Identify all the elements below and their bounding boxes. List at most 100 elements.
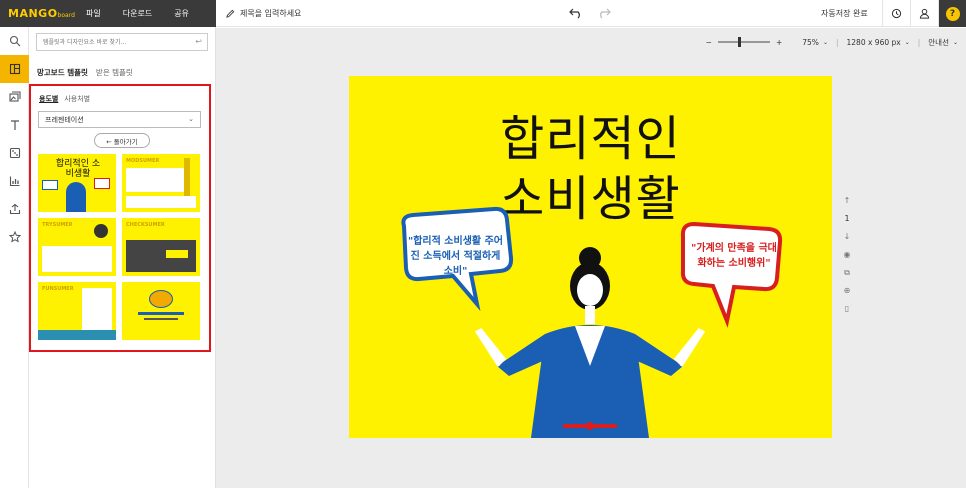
rail-upload[interactable] [0, 195, 29, 223]
history-button[interactable] [882, 0, 910, 27]
category-select-value: 프레젠테이션 [45, 116, 84, 124]
thumb-bubble-left [42, 180, 58, 190]
page-number: 1 [844, 214, 850, 223]
help-button[interactable]: ? [938, 0, 966, 27]
add-page-icon[interactable]: ⊕ [840, 286, 854, 304]
user-button[interactable] [910, 0, 938, 27]
template-thumb[interactable]: 합리적인 소비생활 [38, 154, 116, 212]
undo-icon[interactable] [569, 7, 583, 19]
bubble-left-text[interactable]: "합리적 소비생활 주어진 소득에서 적절하게 소비" [408, 234, 503, 279]
dice-icon [9, 147, 20, 159]
rail-templates[interactable] [0, 55, 29, 83]
question-icon: ? [945, 6, 960, 21]
divider: | [835, 37, 839, 47]
template-icon [9, 63, 20, 75]
zoom-slider[interactable] [717, 37, 770, 47]
zoom-out-button[interactable]: − [706, 38, 712, 47]
highlight-box: 용도별 사용처별 프레젠테이션 ⌄ ← 돌아가기 합리적인 소비생활 MODSU… [29, 84, 211, 352]
rail-favorites[interactable] [0, 223, 29, 251]
template-thumb[interactable] [122, 282, 200, 340]
thumb-line [138, 312, 184, 315]
chevron-down-icon[interactable]: ⌄ [905, 39, 910, 46]
pencil-icon [226, 9, 235, 18]
template-thumb[interactable]: CHECKSUMER [122, 218, 200, 276]
template-grid: 합리적인 소비생활 MODSUMER TRYSUMER CHECKSUMER F… [38, 154, 200, 340]
bubble-right-text[interactable]: "가계의 만족을 극대화하는 소비행위" [689, 241, 779, 271]
thumb-piggy [149, 290, 173, 308]
back-button[interactable]: ← 돌아가기 [94, 133, 150, 148]
chevron-down-icon: ⌄ [188, 115, 194, 123]
thumb-panel [126, 168, 186, 192]
image-icon [8, 91, 21, 102]
top-menu: 파일 다운로드 공유 [86, 8, 211, 19]
canvas-size[interactable]: 1280 x 960 px [847, 38, 901, 47]
zoom-level[interactable]: 75% [802, 38, 819, 47]
template-thumb[interactable]: MODSUMER [122, 154, 200, 212]
divider: | [917, 37, 921, 47]
tab-by-usage[interactable]: 사용처별 [64, 94, 90, 104]
chevron-down-icon[interactable]: ⌄ [823, 39, 828, 46]
template-tabs: 망고보드 템플릿 받은 템플릿 [37, 67, 141, 78]
thumb-figure [66, 182, 86, 212]
history-icon [891, 8, 902, 19]
canvas-workspace: − + 75% ⌄ | 1280 x 960 px ⌄ | 안내선 ⌄ 합리적인… [216, 28, 966, 488]
thumb-panel [82, 288, 112, 330]
chart-icon [9, 176, 19, 187]
title-placeholder: 제목을 입력하세요 [240, 9, 302, 18]
template-thumb[interactable]: TRYSUMER [38, 218, 116, 276]
tab-mango-templates[interactable]: 망고보드 템플릿 [37, 67, 88, 78]
tab-by-purpose[interactable]: 용도별 [39, 94, 58, 104]
thumb-title: MODSUMER [126, 158, 160, 164]
zoom-slider-knob[interactable] [737, 37, 741, 47]
zoom-bar: − + 75% ⌄ | 1280 x 960 px ⌄ | 안내선 ⌄ [706, 33, 966, 51]
autosave-status: 자동저장 완료 [821, 9, 868, 18]
tab-received-templates[interactable]: 받은 템플릿 [96, 67, 133, 78]
page-tools: ↑ 1 ↓ ◉ ⧉ ⊕ ▯ [840, 196, 854, 322]
thumb-title: 합리적인 소비생활 [55, 159, 101, 179]
top-toolbar: 제목을 입력하세요 자동저장 완료 ? [216, 0, 966, 27]
menu-download[interactable]: 다운로드 [123, 8, 152, 19]
menu-share[interactable]: 공유 [174, 8, 189, 19]
redo-icon[interactable] [597, 7, 611, 19]
thumb-bubble-right [94, 178, 110, 189]
title-input[interactable]: 제목을 입력하세요 [226, 8, 301, 19]
copy-icon[interactable]: ⧉ [840, 268, 854, 286]
rail-text[interactable] [0, 111, 29, 139]
star-icon [8, 231, 21, 243]
thumb-figure [94, 224, 108, 238]
palette-icon[interactable]: ◉ [840, 250, 854, 268]
brand-bar: MANGOboard 파일 다운로드 공유 [0, 0, 216, 27]
guide-toggle[interactable]: 안내선 [928, 37, 949, 48]
search-input[interactable] [37, 34, 187, 50]
rail-images[interactable] [0, 83, 29, 111]
page-down-icon[interactable]: ↓ [840, 232, 854, 250]
thumb-line [144, 318, 178, 320]
chevron-down-icon[interactable]: ⌄ [953, 39, 958, 46]
menu-file[interactable]: 파일 [86, 8, 101, 19]
upload-icon [9, 203, 20, 215]
template-panel: ↩ 망고보드 템플릿 받은 템플릿 용도별 사용처별 프레젠테이션 ⌄ ← 돌아… [29, 27, 216, 488]
text-icon [10, 120, 19, 130]
rail-charts[interactable] [0, 167, 29, 195]
trash-icon[interactable]: ▯ [840, 304, 854, 322]
artboard[interactable]: 합리적인 소비생활 "합리적 소비생활 주어진 소득에서 적절하게 소비" "가… [349, 76, 832, 438]
thumb-water [38, 330, 116, 340]
search-icon [9, 35, 20, 47]
thumb-title: TRYSUMER [42, 222, 73, 228]
thumb-title: CHECKSUMER [126, 222, 165, 228]
rail-search[interactable] [0, 27, 29, 55]
thumb-bar [166, 250, 188, 258]
category-tabs: 용도별 사용처별 [39, 94, 96, 104]
page-up-icon[interactable]: ↑ [840, 196, 854, 214]
thumb-footer [126, 196, 196, 208]
template-thumb[interactable]: FUNSUMER [38, 282, 116, 340]
user-icon [919, 8, 930, 19]
thumb-panel [42, 246, 112, 272]
rail-elements[interactable] [0, 139, 29, 167]
thumb-bar [184, 158, 190, 196]
logo[interactable]: MANGOboard [8, 7, 86, 20]
enter-icon[interactable]: ↩ [195, 37, 202, 46]
category-select[interactable]: 프레젠테이션 ⌄ [38, 111, 201, 128]
zoom-in-button[interactable]: + [776, 38, 782, 47]
search-box: ↩ [36, 33, 208, 51]
